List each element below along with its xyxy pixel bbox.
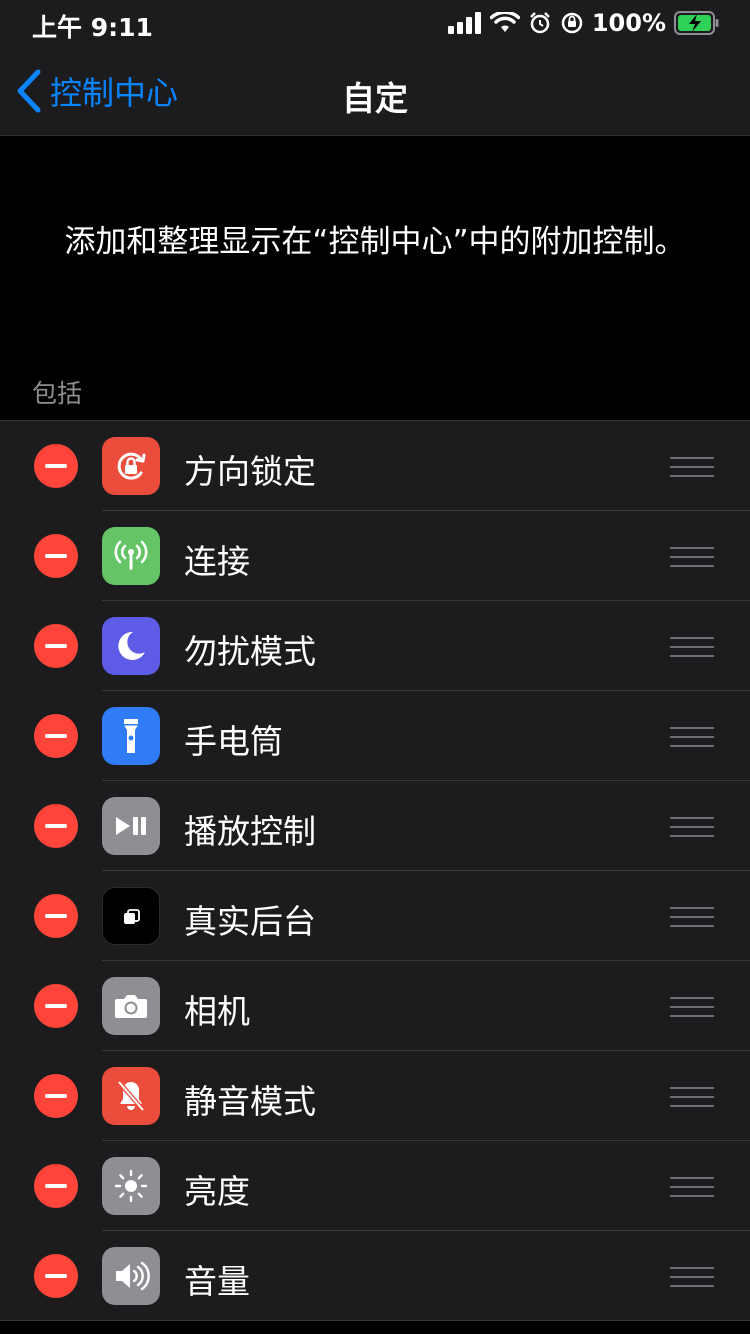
description-text: 添加和整理显示在“控制中心”中的附加控制。	[64, 224, 686, 260]
control-label: 真实后台	[184, 902, 316, 941]
remove-button[interactable]	[34, 804, 78, 848]
control-row-flashlight[interactable]: 手电筒	[0, 691, 750, 781]
control-label: 手电筒	[184, 722, 283, 761]
app-switcher-icon	[102, 887, 160, 945]
page-title: 自定	[342, 79, 408, 118]
control-row-app-switcher[interactable]: 真实后台	[0, 871, 750, 961]
status-time: 上午 9:11	[32, 13, 153, 42]
rotation-lock-status-icon	[561, 12, 583, 34]
status-bar: 上午 9:11 100%	[0, 0, 750, 48]
reorder-handle[interactable]	[670, 907, 714, 929]
antenna-icon	[102, 527, 160, 585]
control-label: 音量	[184, 1262, 250, 1301]
camera-icon	[102, 977, 160, 1035]
remove-button[interactable]	[34, 534, 78, 578]
control-row-camera[interactable]: 相机	[0, 961, 750, 1051]
control-label: 亮度	[184, 1172, 250, 1211]
alarm-icon	[529, 12, 550, 34]
control-label: 连接	[184, 542, 250, 581]
sun-icon	[102, 1157, 160, 1215]
control-row-connectivity[interactable]: 连接	[0, 511, 750, 601]
reorder-handle[interactable]	[670, 1177, 714, 1199]
battery-percent: 100%	[591, 9, 666, 37]
control-label: 勿扰模式	[184, 632, 316, 671]
control-label: 相机	[184, 992, 250, 1031]
remove-button[interactable]	[34, 984, 78, 1028]
control-row-volume[interactable]: 音量	[0, 1231, 750, 1321]
battery-charging-icon	[674, 11, 719, 35]
remove-button[interactable]	[34, 444, 78, 488]
play-pause-icon	[102, 797, 160, 855]
status-icons: 100%	[447, 8, 720, 38]
control-row-playback[interactable]: 播放控制	[0, 781, 750, 871]
control-label: 方向锁定	[184, 452, 316, 491]
orientation-lock-icon	[102, 437, 160, 495]
control-row-do-not-disturb[interactable]: 勿扰模式	[0, 601, 750, 691]
control-row-orientation-lock[interactable]: 方向锁定	[0, 421, 750, 511]
reorder-handle[interactable]	[670, 457, 714, 479]
moon-icon	[102, 617, 160, 675]
reorder-handle[interactable]	[670, 637, 714, 659]
reorder-handle[interactable]	[670, 817, 714, 839]
remove-button[interactable]	[34, 624, 78, 668]
reorder-handle[interactable]	[670, 727, 714, 749]
remove-button[interactable]	[34, 1074, 78, 1118]
remove-button[interactable]	[34, 894, 78, 938]
control-row-silent-mode[interactable]: 静音模式	[0, 1051, 750, 1141]
remove-button[interactable]	[34, 1164, 78, 1208]
reorder-handle[interactable]	[670, 1087, 714, 1109]
bell-slash-icon	[102, 1067, 160, 1125]
control-label: 静音模式	[184, 1082, 316, 1121]
wifi-icon	[489, 12, 520, 32]
control-label: 播放控制	[184, 812, 316, 851]
speaker-icon	[102, 1247, 160, 1305]
remove-button[interactable]	[34, 714, 78, 758]
signal-icon	[447, 12, 481, 34]
navigation-bar: 控制中心 自定	[0, 48, 750, 136]
section-header-included: 包括	[32, 379, 83, 408]
included-controls-list: 方向锁定 连接 勿扰模式 手电筒 播放控制 真实后台 相机 静音模式 亮度 音量	[0, 420, 750, 1321]
remove-button[interactable]	[34, 1254, 78, 1298]
reorder-handle[interactable]	[670, 997, 714, 1019]
flashlight-icon	[102, 707, 160, 765]
control-row-brightness[interactable]: 亮度	[0, 1141, 750, 1231]
reorder-handle[interactable]	[670, 547, 714, 569]
reorder-handle[interactable]	[670, 1267, 714, 1289]
